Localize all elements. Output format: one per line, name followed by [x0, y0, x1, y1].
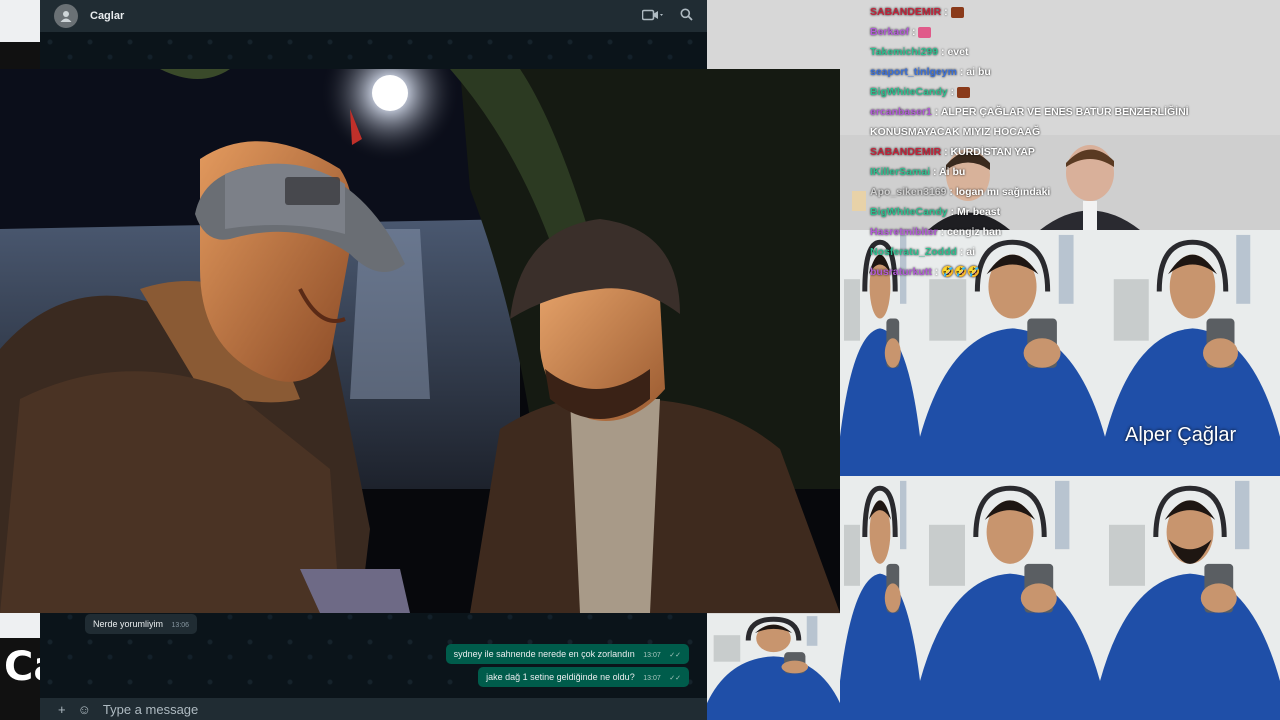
read-receipt-icon: ✓✓	[669, 652, 681, 659]
chat-separator: :	[931, 106, 941, 118]
chat-message: BigWhiteCandy :	[870, 82, 1270, 102]
chat-text: ALPER ÇAĞLAR VE ENES BATUR BENZERLİĞİNİ	[940, 106, 1189, 118]
edge-panel-top	[0, 0, 40, 42]
chat-username[interactable]: Nosferatu_Zoddd	[870, 246, 957, 258]
chat-message: Takemichi299 : evet	[870, 42, 1270, 62]
chat-separator: :	[930, 166, 940, 178]
chat-text: KURDİSTAN YAP	[950, 146, 1035, 158]
chat-separator: :	[909, 26, 919, 38]
chat-username[interactable]: BigWhiteCandy	[870, 206, 948, 218]
chat-username[interactable]: Hasretmibiter	[870, 226, 938, 238]
contact-name[interactable]: Caglar	[90, 10, 124, 22]
video-call-button[interactable]	[641, 9, 664, 24]
message-text: Nerde yorumliyim	[93, 619, 164, 629]
chat-text: KONUSMAYACAK MIYIZ HOCAAĞ	[870, 126, 1041, 138]
video-camera-icon	[641, 9, 663, 20]
chat-message: Apo_siken3169 : logan mı sağındaki	[870, 182, 1270, 202]
chat-separator: :	[941, 146, 951, 158]
chat-username[interactable]: BigWhiteCandy	[870, 86, 948, 98]
chat-text: logan mı sağındaki	[955, 186, 1051, 198]
chat-username[interactable]: ercanbaser1	[870, 106, 932, 118]
chat-message: IKillerSamai : Ai bu	[870, 162, 1270, 182]
stream-chat: SABANDEMIR : Berkaof : Takemichi299 : ev…	[870, 2, 1270, 282]
chat-text: ai	[966, 246, 976, 258]
message-text: sydney ile sahnende nerede en çok zorlan…	[453, 649, 635, 659]
photo-illustration	[0, 69, 840, 613]
chat-text: evet	[947, 46, 969, 58]
search-icon	[680, 8, 693, 21]
sticker-icon[interactable]: ☺	[78, 702, 91, 717]
chat-separator: :	[956, 246, 967, 258]
chat-message: Nosferatu_Zoddd : ai	[870, 242, 1270, 262]
meme-tile	[707, 614, 840, 720]
chat-separator: :	[947, 86, 957, 98]
chat-username[interactable]: SABANDEMIR	[870, 146, 941, 158]
message-time: 13:07	[643, 675, 661, 682]
attach-plus-icon[interactable]: +	[58, 702, 66, 717]
chat-separator: :	[931, 266, 942, 278]
chat-username[interactable]: Apo_siken3169	[870, 186, 946, 198]
message-text: jake dağ 1 setine geldiğinde ne oldu?	[486, 672, 635, 682]
message-incoming[interactable]: Nerde yorumliyim 13:06	[85, 614, 198, 634]
chat-message: seaport_tinlgeym : ai bu	[870, 62, 1270, 82]
meme-tile	[920, 476, 1100, 720]
message-time: 13:07	[643, 652, 661, 659]
chat-separator: :	[956, 66, 967, 78]
chat-message: KONUSMAYACAK MIYIZ HOCAAĞ	[870, 122, 1270, 142]
meme-tile	[840, 476, 920, 720]
chat-text: Mr beast	[956, 206, 1001, 218]
message-time: 13:06	[171, 622, 190, 629]
edge-panel-bottom	[0, 612, 40, 638]
chat-message: SABANDEMIR :	[870, 2, 1270, 22]
chat-username[interactable]: Takemichi299	[870, 46, 938, 58]
chat-username[interactable]: Berkaof	[870, 26, 909, 38]
user-icon	[60, 11, 72, 22]
meme-tile	[1100, 476, 1280, 720]
read-receipt-icon: ✓✓	[669, 675, 681, 682]
chat-message: ercanbaser1 : ALPER ÇAĞLAR VE ENES BATUR…	[870, 102, 1270, 122]
chat-emote-icon	[950, 6, 964, 18]
message-input[interactable]: Type a message	[103, 702, 198, 717]
chat-separator: :	[946, 186, 956, 198]
chat-text: 🤣🤣🤣	[941, 266, 981, 278]
chat-username[interactable]: IKillerSamai	[870, 166, 930, 178]
chat-text: cengiz han	[947, 226, 1002, 238]
chat-message: Berkaof :	[870, 22, 1270, 42]
chat-username[interactable]: seaport_tinlgeym	[870, 66, 957, 78]
chat-message: busraturkutt : 🤣🤣🤣	[870, 262, 1270, 282]
chat-emote-icon	[956, 86, 970, 98]
chat-header: Caglar	[40, 0, 707, 32]
chat-message: Hasretmibiter : cengiz han	[870, 222, 1270, 242]
search-button[interactable]	[680, 8, 693, 24]
message-outgoing[interactable]: sydney ile sahnende nerede en çok zorlan…	[445, 644, 689, 664]
chat-message: SABANDEMIR : KURDİSTAN YAP	[870, 142, 1270, 162]
chat-separator: :	[941, 6, 951, 18]
meme-caption: Alper Çağlar	[1125, 424, 1237, 446]
chat-text: Ai bu	[939, 166, 966, 178]
chat-message: BigWhiteCandy : Mr beast	[870, 202, 1270, 222]
chat-text: ai bu	[966, 66, 991, 78]
contact-avatar[interactable]	[54, 4, 78, 28]
night-selfie-photo	[0, 69, 840, 613]
stream-screen: Alper Çağlar Ca Caglar Nerde yorumliyim …	[0, 0, 1280, 720]
message-composer: + ☺ Type a message	[40, 698, 707, 720]
chat-emote-icon	[918, 26, 932, 38]
chat-username[interactable]: SABANDEMIR	[870, 6, 941, 18]
chat-separator: :	[947, 206, 957, 218]
message-outgoing[interactable]: jake dağ 1 setine geldiğinde ne oldu? 13…	[478, 667, 689, 687]
chat-username[interactable]: busraturkutt	[870, 266, 932, 278]
chat-separator: :	[937, 226, 948, 238]
